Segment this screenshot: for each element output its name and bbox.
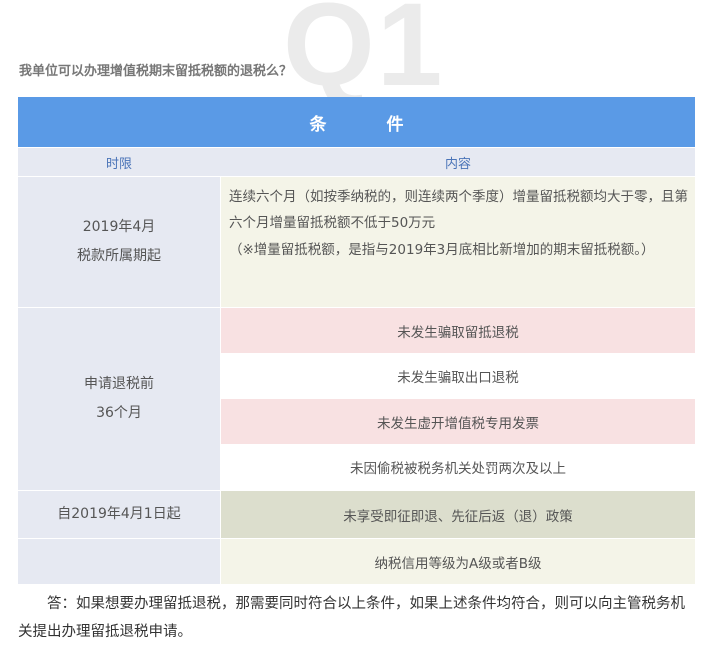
content-cell: 连续六个月（如按季纳税的，则连续两个季度）增量留抵税额均大于零，且第六个月增量留…	[221, 177, 695, 307]
content-cell: 未发生骗取出口退税	[221, 353, 695, 399]
content-cell: 纳税信用等级为A级或者B级	[221, 539, 695, 584]
time-cell: 自2019年4月1日起	[18, 491, 220, 538]
content-cell: 未因偷税被税务机关处罚两次及以上	[221, 444, 695, 490]
question-heading: 我单位可以办理增值税期末留抵税额的退税么？	[19, 64, 293, 79]
content-text: 连续六个月（如按季纳税的，则连续两个季度）增量留抵税额均大于零，且第六个月增量留…	[229, 189, 688, 232]
col-header-time: 时限	[105, 156, 132, 172]
table-header: 条件	[18, 97, 695, 147]
table-row: 自2019年4月1日起 未享受即征即退、先征后返（退）政策	[18, 491, 695, 538]
time-text: 税款所属期起	[77, 248, 161, 264]
column-headers: 时限 内容	[18, 148, 695, 176]
time-cell: 2019年4月 税款所属期起	[18, 177, 220, 307]
content-cell: 未享受即征即退、先征后返（退）政策	[221, 491, 695, 538]
time-text: 36个月	[96, 405, 142, 421]
content-cell: 未发生虚开增值税专用发票	[221, 399, 695, 444]
time-cell: 申请退税前 36个月	[18, 308, 220, 490]
time-text: 申请退税前	[84, 376, 154, 392]
time-text: 2019年4月	[82, 219, 156, 235]
content-cell: 未发生骗取留抵退税	[221, 308, 695, 353]
answer-paragraph: 答：如果想要办理留抵退税，那需要同时符合以上条件，如果上述条件均符合，则可以向主…	[18, 596, 685, 640]
table-row: 申请退税前 36个月 未发生骗取留抵退税 未发生骗取出口退税 未发生虚开增值税专…	[18, 308, 695, 490]
conditions-table: 条件 时限 内容 2019年4月 税款所属期起 连续六个月（如按季纳税的，则连续…	[18, 97, 695, 584]
q1-watermark: Q1	[283, 0, 445, 111]
table-row: 2019年4月 税款所属期起 连续六个月（如按季纳税的，则连续两个季度）增量留抵…	[18, 177, 695, 307]
table-row: 纳税信用等级为A级或者B级	[18, 539, 695, 584]
content-note: （※增量留抵税额，是指与2019年3月底相比新增加的期末留抵税额。）	[229, 241, 655, 258]
time-cell	[18, 539, 220, 584]
col-header-content: 内容	[444, 156, 471, 172]
